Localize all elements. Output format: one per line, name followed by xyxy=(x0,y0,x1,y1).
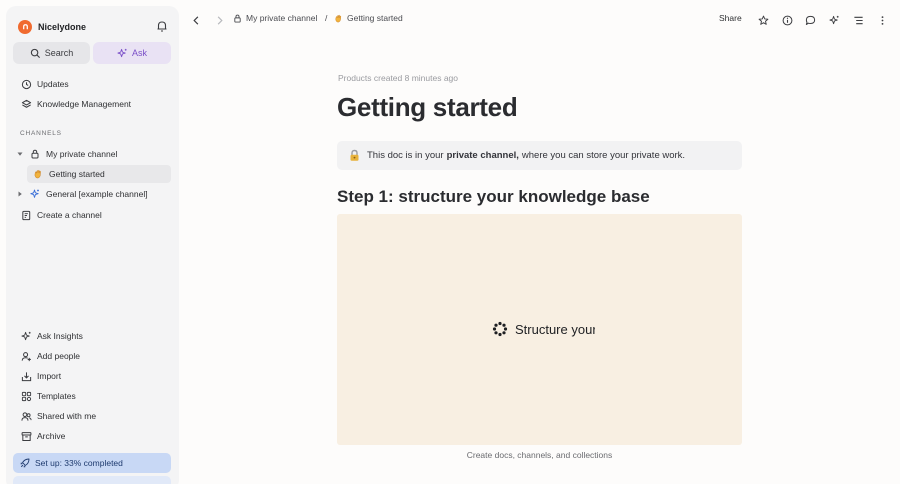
chevron-down-icon[interactable] xyxy=(16,150,24,158)
sidebar-item-archive[interactable]: Archive xyxy=(13,427,171,445)
sidebar-item-label: Add people xyxy=(37,351,81,361)
create-channel-icon xyxy=(20,209,32,221)
templates-icon xyxy=(20,390,32,402)
sidebar-item-label: Updates xyxy=(37,79,69,89)
setup-progress-button[interactable]: Set up: 33% completed xyxy=(13,453,171,473)
info-icon[interactable] xyxy=(780,13,794,27)
sidebar-item-ask-insights[interactable]: Ask Insights xyxy=(13,327,171,345)
notifications-bell-icon[interactable] xyxy=(155,19,169,33)
table-of-contents-icon[interactable] xyxy=(851,13,865,27)
doc-meta: Products created 8 minutes ago xyxy=(338,73,459,83)
sidebar-item-add-people[interactable]: Add people xyxy=(13,347,171,365)
loading-spinner-icon xyxy=(492,321,508,337)
sidebar-item-updates[interactable]: Updates xyxy=(13,75,171,93)
padlock-icon xyxy=(350,149,359,161)
forward-arrow-icon[interactable] xyxy=(212,13,226,27)
breadcrumb-channel[interactable]: My private channel xyxy=(233,13,317,23)
sidebar-item-label: Shared with me xyxy=(37,411,97,421)
import-icon xyxy=(20,370,32,382)
ask-label: Ask xyxy=(131,48,147,58)
video-title-text: Structure your xyxy=(515,321,595,337)
sidebar-item-label: Templates xyxy=(37,391,76,401)
sidebar: Nicelydone Search Ask Updates Knowledge … xyxy=(6,6,179,484)
add-person-icon xyxy=(20,350,32,362)
doc-label: Getting started xyxy=(49,169,105,179)
sidebar-item-shared-with-me[interactable]: Shared with me xyxy=(13,407,171,425)
channel-general[interactable]: General [example channel] xyxy=(16,185,171,203)
notice-text-suffix: where you can store your private work. xyxy=(521,150,686,161)
sidebar-item-label: Import xyxy=(37,371,62,381)
ask-button[interactable]: Ask xyxy=(93,42,171,64)
channel-my-private-channel[interactable]: My private channel xyxy=(16,145,171,163)
hand-wave-icon xyxy=(335,14,342,22)
lock-icon xyxy=(234,14,241,23)
embedded-video[interactable]: Structure your xyxy=(337,214,742,445)
section-heading: Step 1: structure your knowledge base xyxy=(337,187,650,206)
sparkle-icon xyxy=(117,48,127,57)
comment-icon[interactable] xyxy=(803,13,817,27)
sidebar-footer-panel xyxy=(13,476,171,484)
search-label: Search xyxy=(44,48,74,58)
people-icon xyxy=(20,410,32,422)
search-button[interactable]: Search xyxy=(13,42,90,64)
video-caption: Create docs, channels, and collections xyxy=(466,450,613,460)
lock-icon xyxy=(29,148,41,160)
sparkle-icon xyxy=(20,330,32,342)
breadcrumb-separator: / xyxy=(325,13,328,23)
layers-icon xyxy=(20,98,32,110)
breadcrumb-doc[interactable]: Getting started xyxy=(334,13,403,23)
channel-label: General [example channel] xyxy=(46,189,148,199)
sidebar-item-templates[interactable]: Templates xyxy=(13,387,171,405)
notice-text-prefix: This doc is in your xyxy=(367,150,444,161)
breadcrumb-doc-label: Getting started xyxy=(347,13,403,23)
sidebar-item-label: Knowledge Management xyxy=(37,99,132,109)
rocket-icon xyxy=(20,458,30,468)
archive-icon xyxy=(20,430,32,442)
sidebar-item-import[interactable]: Import xyxy=(13,367,171,385)
document-toolbar: My private channel / Getting started Sha… xyxy=(185,9,895,31)
doc-title[interactable]: Getting started xyxy=(337,92,518,123)
channels-heading: CHANNELS xyxy=(20,130,62,137)
sidebar-item-label: Archive xyxy=(37,431,66,441)
sparkle-icon xyxy=(29,188,41,200)
chevron-right-icon[interactable] xyxy=(16,190,24,198)
search-icon xyxy=(30,48,40,58)
share-button[interactable]: Share xyxy=(719,13,742,23)
sidebar-item-knowledge-management[interactable]: Knowledge Management xyxy=(13,95,171,113)
breadcrumb-channel-label: My private channel xyxy=(246,13,318,23)
workspace-name: Nicelydone xyxy=(38,22,87,32)
back-arrow-icon[interactable] xyxy=(189,13,203,27)
private-channel-notice: This doc is in your private channel, whe… xyxy=(337,141,742,170)
create-channel-button[interactable]: Create a channel xyxy=(13,206,171,224)
create-channel-label: Create a channel xyxy=(37,210,102,220)
clock-icon xyxy=(20,78,32,90)
channel-label: My private channel xyxy=(46,149,118,159)
star-icon[interactable] xyxy=(756,13,770,27)
video-frame: Structure your xyxy=(492,321,595,337)
setup-progress-label: Set up: 33% completed xyxy=(35,458,123,468)
doc-getting-started[interactable]: Getting started xyxy=(27,165,171,183)
hand-wave-icon xyxy=(32,168,44,180)
sidebar-item-label: Ask Insights xyxy=(37,331,83,341)
more-options-icon[interactable] xyxy=(875,13,889,27)
sparkle-icon[interactable] xyxy=(827,13,841,27)
workspace-switcher[interactable]: Nicelydone xyxy=(18,16,168,38)
workspace-logo xyxy=(18,20,32,34)
notice-text-bold: private channel, xyxy=(446,150,519,161)
